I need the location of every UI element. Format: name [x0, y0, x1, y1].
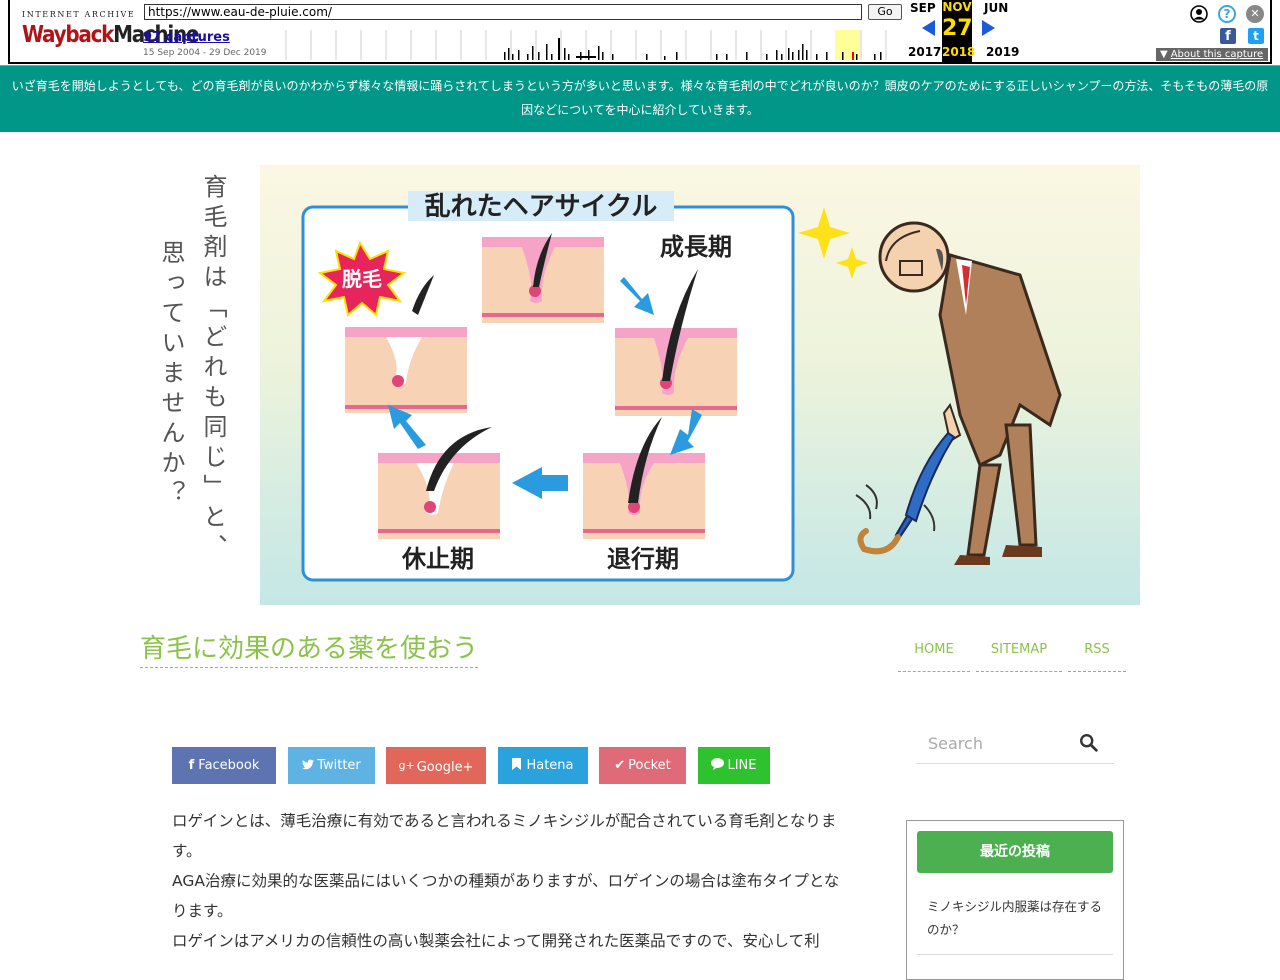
skin-tile-top: [482, 233, 604, 323]
facebook-share-icon[interactable]: f: [1220, 28, 1236, 44]
nav-rss[interactable]: RSS: [1068, 638, 1126, 672]
article-paragraph: ロゲインはアメリカの信頼性の高い製薬会社によって開発された医薬品ですので、安心し…: [172, 932, 820, 950]
google-plus-icon: g+: [398, 759, 415, 772]
wayback-logo-top: INTERNET ARCHIVE: [22, 10, 136, 19]
wayback-prev-arrow-icon[interactable]: [922, 20, 935, 36]
user-icon[interactable]: [1190, 5, 1208, 23]
wayback-calendar: SEP NOV JUN 27 2017 2018 2019: [906, 0, 1026, 64]
search-input[interactable]: [916, 724, 1076, 762]
article-body: ロゲインとは、薄毛治療に有効であると言われるミノキシジルが配合されている育毛剤と…: [172, 806, 852, 956]
wayback-captures-link[interactable]: 97 captures: [143, 30, 230, 45]
share-facebook-button[interactable]: f Facebook: [172, 747, 276, 784]
wayback-current-year: 2018: [942, 45, 976, 59]
site-description-banner: いざ育毛を開始しようとしても、どの育毛剤が良いのかわからず様々な情報に踊らされて…: [0, 66, 1280, 132]
hero-vertical-catchphrase: 育毛剤は「どれも同じ」と、 思っていませんか？: [150, 174, 240, 594]
site-title[interactable]: 育毛に効果のある薬を使おう: [140, 628, 479, 668]
facebook-icon: f: [188, 758, 195, 773]
stage-shed-label: 脱毛: [342, 267, 382, 291]
share-google-label: Google+: [416, 760, 474, 775]
close-icon[interactable]: ✕: [1246, 5, 1264, 23]
wayback-next-year[interactable]: 2019: [986, 45, 1019, 59]
check-icon: ✔: [614, 758, 626, 773]
share-line-button[interactable]: LINE: [698, 747, 770, 784]
share-hatena-button[interactable]: Hatena: [498, 747, 588, 784]
wayback-toolbar-frame: INTERNET ARCHIVE WaybackMachine https://…: [8, 0, 1272, 64]
stage-rest-label: 休止期: [401, 545, 474, 573]
recent-posts-title: 最近の投稿: [917, 831, 1113, 873]
about-capture-link[interactable]: ▼ About this capture: [1156, 48, 1268, 61]
share-google-button[interactable]: g+ Google+: [386, 747, 486, 784]
wayback-go-button[interactable]: Go: [868, 4, 902, 20]
stage-regress-label: 退行期: [607, 545, 679, 573]
wayback-logo-main-a: Wayback: [22, 20, 114, 48]
hero-illustration: 乱れたヘアサイクル 成長期 退行期 休止期 脱毛: [260, 165, 1140, 605]
cycle-title-label: 乱れたヘアサイクル: [425, 192, 658, 222]
wayback-prev-year[interactable]: 2017: [908, 45, 941, 59]
share-hatena-label: Hatena: [526, 758, 574, 773]
share-twitter-label: Twitter: [317, 758, 361, 773]
wayback-next-arrow-icon[interactable]: [982, 20, 995, 36]
wayback-url-input[interactable]: https://www.eau-de-pluie.com/: [144, 4, 862, 20]
share-facebook-label: Facebook: [198, 758, 260, 773]
wayback-toolbar: INTERNET ARCHIVE WaybackMachine https://…: [0, 0, 1280, 66]
wayback-prev-month[interactable]: SEP: [910, 1, 936, 15]
caret-down-icon: ▼: [1160, 49, 1168, 60]
twitter-icon: [302, 759, 315, 770]
hair-cycle-illustration: 乱れたヘアサイクル 成長期 退行期 休止期 脱毛: [301, 191, 1062, 582]
wayback-next-month[interactable]: JUN: [984, 1, 1008, 15]
hero-vertical-line-1: 育毛剤は「どれも同じ」と、: [199, 174, 227, 564]
nav-sitemap[interactable]: SITEMAP: [976, 638, 1062, 672]
wayback-current-month-label: NOV: [942, 0, 972, 14]
site-description-text: いざ育毛を開始しようとしても、どの育毛剤が良いのかわからず様々な情報に踊らされて…: [11, 79, 1269, 117]
share-pocket-button[interactable]: ✔ Pocket: [599, 747, 686, 784]
sidebar-search: [916, 724, 1114, 764]
search-icon[interactable]: [1076, 732, 1102, 754]
twitter-share-icon[interactable]: t: [1248, 28, 1264, 44]
about-capture-label: About this capture: [1170, 49, 1264, 60]
chat-bubble-icon: [711, 758, 725, 770]
stage-growth-label: 成長期: [660, 233, 732, 261]
share-pocket-label: Pocket: [628, 758, 671, 773]
nav-home[interactable]: HOME: [898, 638, 970, 672]
share-line-label: LINE: [727, 758, 757, 773]
recent-post-link[interactable]: ミノキシジル内服薬は存在するのか？: [917, 895, 1113, 955]
article-paragraph: AGA治療に効果的な医薬品にはいくつかの種類がありますが、ロゲインの場合は塗布タ…: [172, 872, 840, 920]
share-twitter-button[interactable]: Twitter: [288, 747, 375, 784]
bookmark-icon: [512, 758, 522, 770]
wayback-sparkline[interactable]: [276, 30, 896, 60]
help-icon[interactable]: ?: [1218, 5, 1236, 23]
wayback-current-day: 27: [942, 16, 973, 41]
umbrella-figure: [855, 431, 956, 555]
wayback-logo[interactable]: INTERNET ARCHIVE WaybackMachine: [22, 8, 200, 52]
wayback-capture-range: 15 Sep 2004 - 29 Dec 2019: [143, 48, 267, 58]
article-paragraph: ロゲインとは、薄毛治療に有効であると言われるミノキシジルが配合されている育毛剤と…: [172, 812, 837, 860]
hero-vertical-line-2: 思っていませんか？: [157, 240, 185, 510]
recent-posts-widget: 最近の投稿 ミノキシジル内服薬は存在するのか？: [906, 820, 1124, 980]
